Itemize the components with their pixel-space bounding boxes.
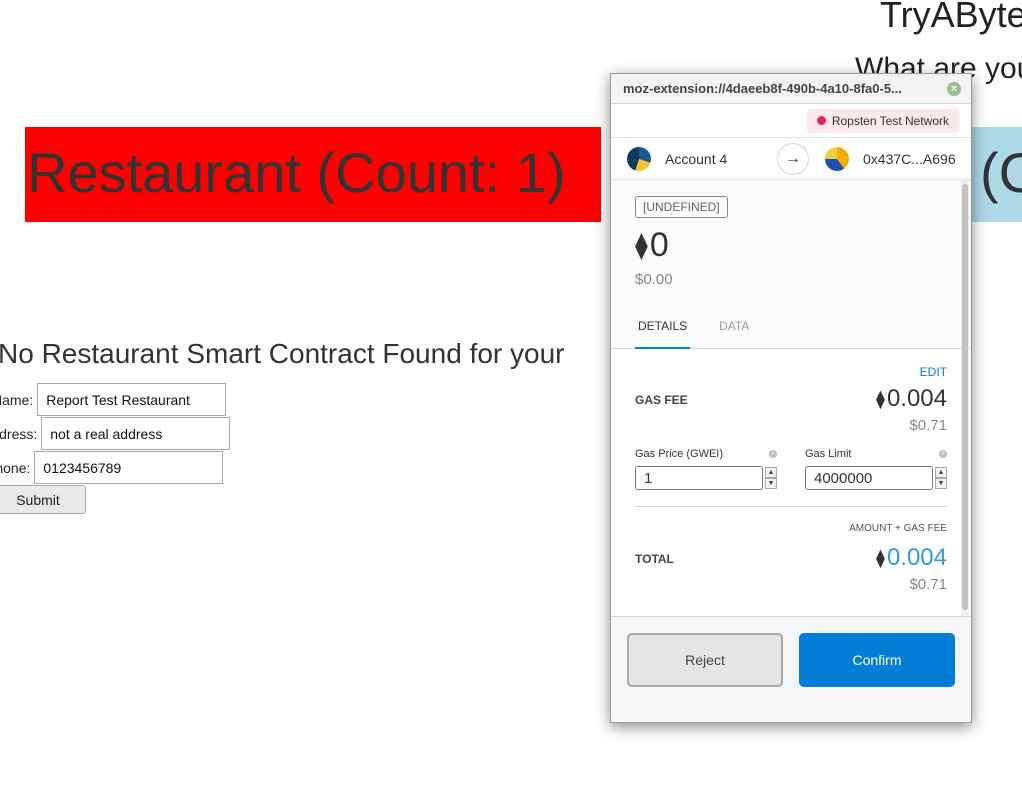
close-icon[interactable]: ×	[947, 81, 961, 96]
no-contract-message: No Restaurant Smart Contract Found for y…	[0, 338, 565, 369]
gas-limit-stepper[interactable]: ▲ ▼	[935, 467, 947, 489]
transaction-amount: ⧫ 0	[635, 226, 947, 265]
info-icon[interactable]: i	[939, 450, 947, 458]
action-footer: Reject Confirm	[611, 616, 971, 722]
gas-price-stepper[interactable]: ▲ ▼	[765, 467, 777, 489]
gas-price-input[interactable]	[635, 466, 763, 490]
tab-details[interactable]: DETAILS	[635, 316, 691, 349]
transaction-summary: [UNDEFINED] ⧫ 0 $0.00	[611, 180, 971, 316]
scrollbar-thumb[interactable]	[962, 184, 968, 610]
divider	[635, 506, 947, 507]
gas-limit-label: Gas Limit	[805, 448, 852, 460]
confirm-button[interactable]: Confirm	[799, 633, 955, 687]
gas-price-field: Gas Price (GWEI) i ▲ ▼	[635, 448, 777, 490]
phone-label: Phone:	[0, 459, 31, 476]
address-row: Address:	[0, 417, 231, 450]
amount-value: 0	[649, 226, 669, 264]
phone-row: Phone:	[0, 451, 224, 484]
arrow-right-icon: →	[777, 142, 809, 175]
edit-link[interactable]: EDIT	[635, 365, 947, 379]
to-account-avatar	[825, 146, 849, 171]
amount-plus-gas-label: AMOUNT + GAS FEE	[849, 523, 947, 534]
gas-fee-eth: 0.004	[886, 385, 947, 412]
info-icon[interactable]: i	[769, 450, 777, 458]
detail-tabs: DETAILS DATA	[611, 316, 971, 349]
total-label: TOTAL	[635, 552, 674, 566]
to-address: 0x437C...A696	[863, 150, 956, 167]
transaction-scroll-area[interactable]: [UNDEFINED] ⧫ 0 $0.00 DETAILS DATA EDIT …	[611, 180, 971, 616]
network-row: Ropsten Test Network	[611, 104, 971, 137]
chevron-down-icon[interactable]: ▼	[935, 478, 947, 489]
address-input[interactable]	[41, 417, 231, 450]
transaction-type-tag: [UNDEFINED]	[635, 196, 728, 218]
restaurant-count-text: Restaurant (Count: 1)	[27, 141, 566, 204]
extension-popup: moz-extension://4daeeb8f-490b-4a10-8fa0-…	[610, 73, 972, 723]
details-panel: EDIT GAS FEE ⧫ 0.004 $0.71 Gas Price (GW…	[611, 365, 971, 593]
gas-price-label: Gas Price (GWEI)	[635, 448, 724, 460]
site-title: TryAByte	[880, 0, 1022, 35]
chevron-down-icon[interactable]: ▼	[765, 478, 777, 489]
account-transfer-row: Account 4 → 0x437C...A696	[611, 137, 971, 180]
address-label: Address:	[0, 425, 38, 442]
network-badge[interactable]: Ropsten Test Network	[806, 108, 959, 133]
gas-fee-row: GAS FEE ⧫ 0.004 $0.71	[635, 385, 947, 434]
gas-fee-value: ⧫ 0.004 $0.71	[876, 385, 947, 434]
ethereum-icon: ⧫	[876, 547, 885, 568]
name-label: Name:	[0, 391, 34, 408]
phone-input[interactable]	[34, 451, 224, 484]
gas-fee-label: GAS FEE	[635, 393, 688, 407]
amount-usd: $0.00	[635, 271, 673, 288]
tab-data[interactable]: DATA	[716, 316, 752, 348]
restaurant-count-banner: Restaurant (Count: 1)	[25, 127, 601, 222]
total-usd: $0.71	[909, 576, 947, 593]
network-status-dot-icon	[816, 116, 826, 125]
gas-limit-field: Gas Limit i ▲ ▼	[805, 448, 947, 490]
from-account-name: Account 4	[665, 150, 728, 167]
reject-button[interactable]: Reject	[627, 633, 783, 687]
gas-fee-usd: $0.71	[909, 417, 947, 434]
scrollbar[interactable]	[961, 180, 969, 616]
secondary-banner-text: (C	[980, 141, 1022, 204]
submit-button[interactable]: Submit	[0, 485, 86, 514]
popup-url: moz-extension://4daeeb8f-490b-4a10-8fa0-…	[623, 81, 902, 96]
ethereum-icon: ⧫	[876, 388, 885, 409]
gas-limit-input[interactable]	[805, 466, 933, 490]
network-name: Ropsten Test Network	[831, 113, 949, 128]
name-input[interactable]	[37, 383, 227, 416]
chevron-up-icon[interactable]: ▲	[935, 467, 947, 478]
popup-titlebar: moz-extension://4daeeb8f-490b-4a10-8fa0-…	[611, 74, 971, 104]
name-row: Name:	[0, 383, 227, 416]
from-account-avatar	[627, 146, 651, 171]
chevron-up-icon[interactable]: ▲	[765, 467, 777, 478]
total-row: TOTAL ⧫ 0.004 $0.71	[635, 544, 947, 593]
total-eth: 0.004	[886, 544, 947, 571]
ethereum-icon: ⧫	[635, 230, 648, 260]
gas-settings-row: Gas Price (GWEI) i ▲ ▼ Gas Limit i	[635, 448, 947, 490]
total-value: ⧫ 0.004 $0.71	[876, 544, 947, 593]
